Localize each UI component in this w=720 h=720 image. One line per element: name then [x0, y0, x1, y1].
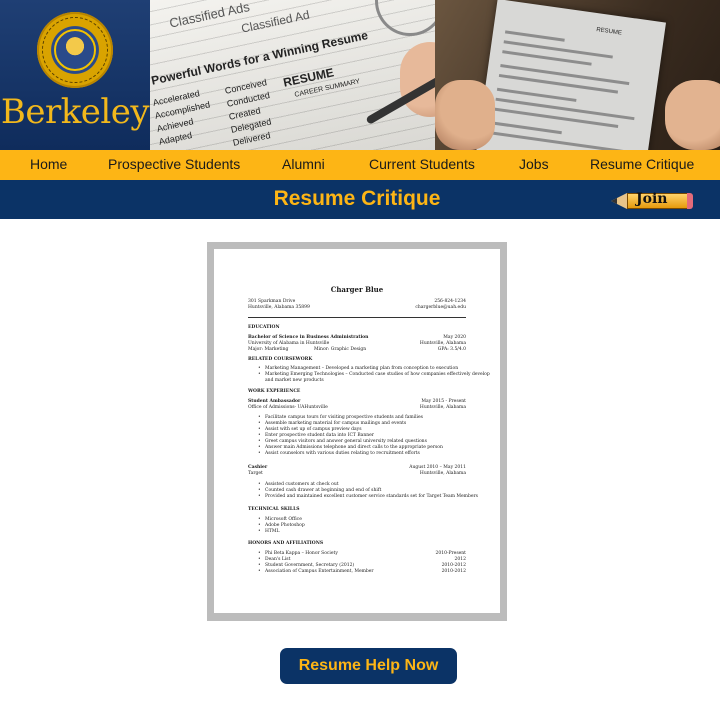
- resume-job2-bullet: Provided and maintained excellent custom…: [258, 494, 478, 500]
- resume-major: Major: Marketing: [248, 347, 289, 352]
- nav-item-resume-critique[interactable]: Resume Critique: [590, 156, 694, 172]
- resume-email: chargerblue@uah.edu: [415, 305, 466, 310]
- nav-item-jobs[interactable]: Jobs: [519, 156, 549, 172]
- resume-honor-name: Association of Campus Entertainment, Mem…: [258, 569, 374, 575]
- nav-item-home[interactable]: Home: [30, 156, 67, 172]
- nav-item-current-students[interactable]: Current Students: [369, 156, 475, 172]
- pencil-lead: [611, 198, 617, 204]
- header-banner: Berkeley Classified Ads Classified Ad Po…: [0, 0, 720, 150]
- resume-skill-item: HTML: [258, 529, 279, 535]
- sheet-heading: RESUME: [595, 27, 623, 37]
- resume-job2-org: Target: [248, 471, 263, 476]
- nav-item-prospective-students[interactable]: Prospective Students: [108, 156, 240, 172]
- berkeley-wordmark: Berkeley: [0, 92, 150, 132]
- resume-preview[interactable]: Charger Blue 301 Sparkman Drive Huntsvil…: [207, 242, 507, 621]
- header-photo-resume-in-hand: RESUME: [435, 0, 720, 150]
- sheet-line: [490, 131, 625, 150]
- resume-address-2: Huntsville, Alabama 35899: [248, 305, 310, 310]
- resume-skills-heading: TECHNICAL SKILLS: [248, 507, 300, 512]
- resume-job1-bullet: Assist counselors with various duties re…: [258, 451, 420, 457]
- resume-honor-date: 2010-2012: [441, 569, 466, 574]
- resume-education-heading: EDUCATION: [248, 325, 280, 330]
- resume-help-now-label: Resume Help Now: [298, 657, 439, 674]
- join-button[interactable]: Join: [611, 190, 693, 212]
- resume-divider: [248, 317, 466, 318]
- resume-job1-org: Office of Admissions- UAHuntsville: [248, 405, 328, 410]
- sheet-line: [500, 64, 630, 86]
- resume-minor: Minor: Graphic Design: [314, 347, 367, 352]
- resume-honors-heading: HONORS AND AFFILIATIONS: [248, 541, 324, 546]
- seal-center: [54, 29, 96, 71]
- resume-experience-heading: WORK EXPERIENCE: [248, 389, 301, 394]
- page-title: Resume Critique: [273, 187, 441, 210]
- berkeley-logo[interactable]: Berkeley: [0, 0, 150, 150]
- resume-job2-location: Huntsville, Alabama: [419, 471, 466, 476]
- resume-coursework-item-cont: and market new products: [265, 378, 324, 383]
- main-nav: Home Prospective Students Alumni Current…: [0, 150, 720, 180]
- university-seal-icon: [37, 12, 113, 88]
- resume-name: Charger Blue: [330, 285, 384, 294]
- sheet-line: [504, 30, 565, 42]
- title-bar: Resume Critique Join: [0, 180, 720, 219]
- resume-coursework-heading: RELATED COURSEWORK: [248, 357, 313, 362]
- pencil-eraser: [687, 193, 693, 209]
- resume-page: Charger Blue 301 Sparkman Drive Huntsvil…: [214, 249, 500, 613]
- resume-job1-location: Huntsville, Alabama: [419, 405, 466, 410]
- join-label: Join: [636, 191, 668, 207]
- hand-image: [435, 80, 495, 150]
- resume-gpa: GPA: 3.5/4.0: [437, 347, 466, 352]
- sheet-line: [503, 40, 613, 59]
- resume-help-now-button[interactable]: Resume Help Now: [280, 648, 457, 684]
- header-photo-resume-words: Classified Ads Classified Ad Powerful Wo…: [150, 0, 435, 150]
- resume-sheet-image: RESUME: [473, 0, 667, 150]
- hand-image: [665, 80, 720, 150]
- nav-item-alumni[interactable]: Alumni: [282, 156, 325, 172]
